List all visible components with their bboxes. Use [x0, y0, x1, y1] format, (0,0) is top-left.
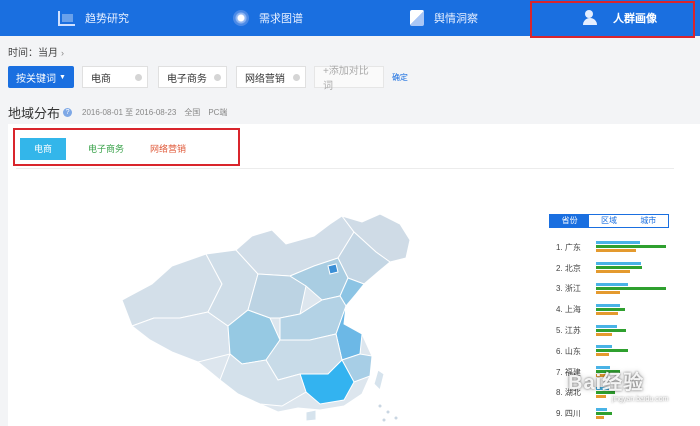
keyword-chip[interactable]: 网络营销 [235, 66, 306, 88]
keyword-chip[interactable]: 电商 [81, 66, 148, 88]
ranking-bar-3 [596, 249, 636, 253]
rank-tab-region[interactable]: 区域 [589, 215, 629, 227]
chevron-right-icon: › [61, 48, 64, 58]
ranking-row[interactable]: 2. 北京 [556, 258, 686, 279]
ranking-label: 6. 山东 [556, 346, 581, 356]
ranking-bar-1 [596, 324, 617, 328]
keyword-chip-label: 网络营销 [244, 73, 285, 85]
highlight-box-nav [530, 1, 695, 38]
ranking-bars [596, 407, 686, 421]
ranking-bar-3 [596, 290, 620, 294]
watermark-url: jingyan.baidu.com [612, 396, 669, 403]
ranking-bar-1 [596, 407, 608, 411]
region-beijing [327, 263, 339, 275]
rank-dimension-tabs: 省份 区域 城市 [549, 214, 669, 228]
ranking-label: 5. 江苏 [556, 326, 581, 336]
ranking-label: 3. 浙江 [556, 284, 581, 294]
china-map[interactable] [110, 214, 422, 426]
ranking-bar-3 [596, 270, 630, 274]
nav-label: 舆情洞察 [434, 13, 478, 25]
ranking-bars [596, 261, 686, 275]
ranking-row[interactable]: 5. 江苏 [556, 320, 686, 341]
ranking-bars [596, 303, 686, 317]
ranking-bar-3 [596, 394, 606, 398]
region-taiwan [373, 369, 385, 391]
ranking-row[interactable]: 6. 山东 [556, 341, 686, 362]
demand-graph-icon [233, 10, 249, 26]
ranking-bar-2 [596, 411, 612, 415]
ranking-label: 1. 广东 [556, 242, 581, 252]
keyword-type-dropdown[interactable]: 按关键词 ▼ [8, 66, 74, 88]
nav-trend-research[interactable]: 趋势研究 [0, 0, 175, 36]
ranking-bars [596, 240, 686, 254]
ranking-bar-1 [596, 303, 620, 307]
ranking-row[interactable]: 4. 上海 [556, 299, 686, 320]
highlight-box-tabs [13, 128, 240, 166]
ranking-bar-3 [596, 415, 604, 419]
ranking-bars [596, 324, 686, 338]
rank-tab-province[interactable]: 省份 [550, 215, 590, 227]
ranking-label: 9. 四川 [556, 409, 581, 419]
keyword-chip[interactable]: 电子商务 [157, 66, 227, 88]
ranking-bar-2 [596, 245, 667, 249]
nav-opinion-insight[interactable]: 舆情洞察 [350, 0, 527, 36]
region-header: 地域分布 ? 2016-08-01 至 2016-08-23 全国 PC端 [8, 103, 227, 122]
ranking-bars [596, 344, 686, 358]
remove-icon[interactable] [213, 74, 221, 81]
ranking-row[interactable]: 1. 广东 [556, 237, 686, 258]
rank-tab-city[interactable]: 城市 [628, 215, 668, 227]
date-range: 2016-08-01 至 2016-08-23 [82, 108, 177, 117]
time-label: 时间：当月 [8, 48, 58, 59]
scope-label: 全国 [184, 108, 201, 117]
ranking-bar-3 [596, 353, 609, 357]
time-selector[interactable]: 时间：当月 › [8, 44, 64, 59]
ranking-bar-2 [596, 266, 643, 270]
nav-demand-graph[interactable]: 需求图谱 [175, 0, 350, 36]
keyword-type-label: 按关键词 [16, 73, 56, 85]
ranking-label: 2. 北京 [556, 263, 581, 273]
keyword-chip-label: 电商 [90, 73, 111, 85]
ranking-row[interactable]: 9. 四川 [556, 403, 686, 424]
platform-label: PC端 [208, 108, 228, 117]
ranking-bar-1 [596, 345, 612, 349]
caret-down-icon: ▼ [59, 73, 66, 81]
confirm-button[interactable]: 确定 [392, 72, 408, 83]
section-title: 地域分布 [8, 106, 61, 121]
nav-label: 需求图谱 [259, 13, 303, 25]
add-compare-label: +添加对比词 [322, 66, 369, 92]
ranking-bars [596, 282, 686, 296]
south-sea-islands [378, 404, 398, 422]
keyword-row: 按关键词 ▼ 电商 电子商务 网络营销 +添加对比词 确定 [8, 66, 408, 92]
ranking-bar-2 [596, 286, 667, 290]
ranking-bar-3 [596, 332, 612, 336]
ranking-bar-2 [596, 349, 628, 353]
ranking-bar-1 [596, 262, 641, 266]
ranking-row[interactable]: 3. 浙江 [556, 279, 686, 300]
remove-icon[interactable] [292, 74, 300, 81]
ranking-label: 4. 上海 [556, 305, 581, 315]
region-hainan [305, 409, 317, 422]
help-icon[interactable]: ? [63, 108, 73, 117]
ranking-bar-2 [596, 328, 627, 332]
watermark: Bai经验 [568, 372, 645, 394]
ranking-bar-1 [596, 282, 628, 286]
ranking-bar-2 [596, 307, 625, 311]
ranking-bar-1 [596, 241, 640, 245]
divider [16, 168, 674, 169]
add-compare-word-input[interactable]: +添加对比词 [313, 66, 384, 92]
nav-label: 趋势研究 [85, 13, 129, 25]
remove-icon[interactable] [134, 74, 142, 81]
ranking-bar-3 [596, 311, 619, 315]
opinion-icon [410, 10, 424, 26]
trend-chart-icon [58, 10, 75, 26]
keyword-chip-label: 电子商务 [166, 73, 207, 85]
